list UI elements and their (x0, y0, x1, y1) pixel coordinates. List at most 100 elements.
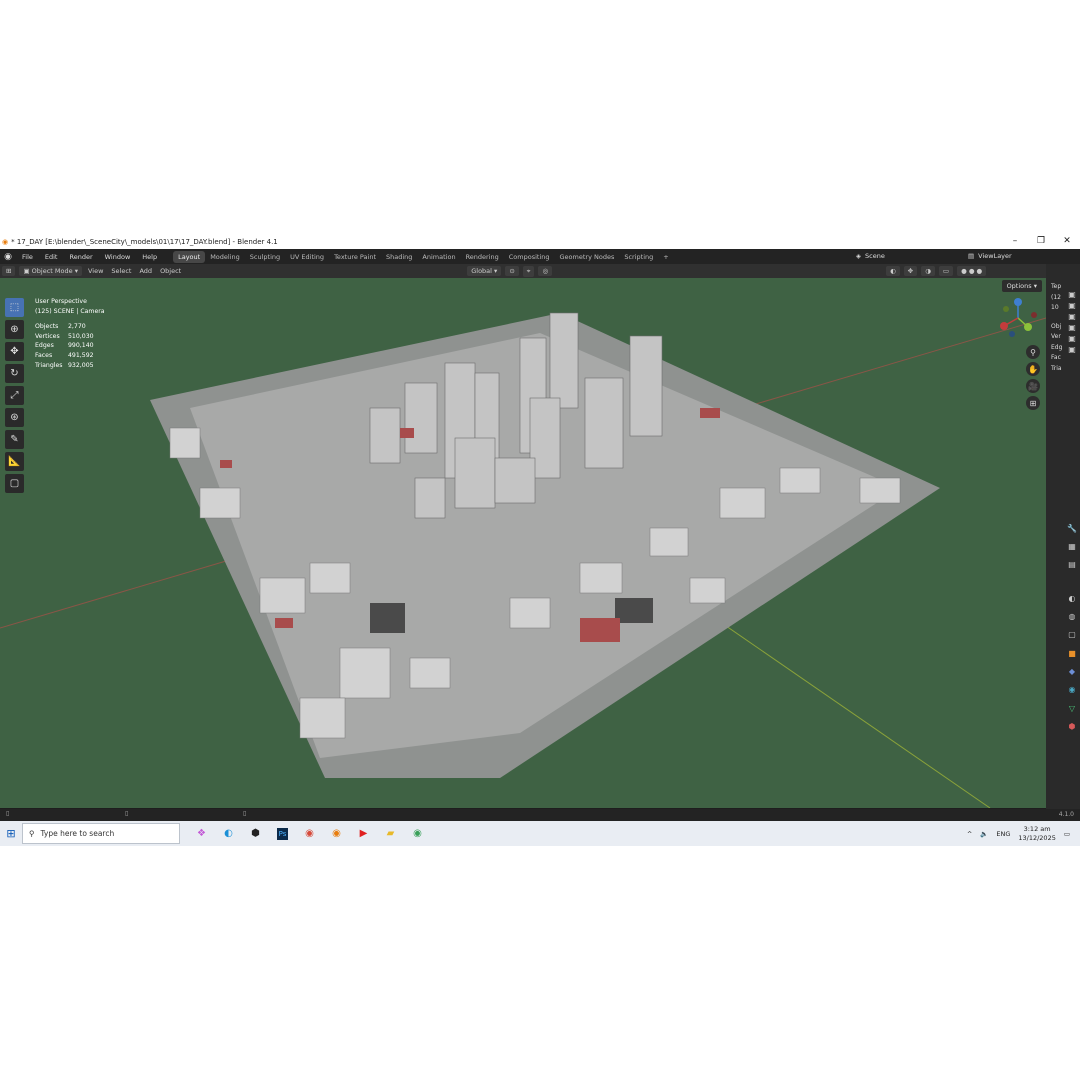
menu-window[interactable]: Window (99, 253, 137, 261)
add-workspace-button[interactable]: + (658, 251, 673, 263)
clock[interactable]: 3:12 am 13/12/2025 (1018, 825, 1055, 843)
menu-object[interactable]: Object (156, 267, 185, 275)
measure-icon[interactable]: 📐 (5, 452, 24, 471)
menu-view[interactable]: View (84, 267, 107, 275)
camera-icon[interactable]: ▣ (1067, 323, 1077, 333)
camera-icon[interactable]: ▣ (1067, 334, 1077, 344)
ortho-grid-icon[interactable]: ⊞ (1026, 396, 1040, 410)
select-box-icon[interactable]: ⬚ (5, 298, 24, 317)
tab-sculpting[interactable]: Sculpting (245, 251, 285, 263)
3d-viewport[interactable]: ⬚ ⊕ ✥ ↻ ⤢ ⊛ ✎ 📐 ▢ User Perspective (125)… (0, 278, 1046, 808)
pan-hand-icon[interactable]: ✋ (1026, 362, 1040, 376)
tool-props-icon[interactable]: 🔧 (1067, 524, 1077, 534)
object-mode-icon: ▣ (23, 267, 32, 275)
notification-icon[interactable]: ▭ (1064, 830, 1070, 838)
chrome-icon[interactable]: ◉ (296, 821, 323, 846)
mode-selector[interactable]: ▣ Object Mode ▾ (19, 266, 82, 276)
photoshop-icon[interactable]: Ps (269, 821, 296, 846)
material-props-icon[interactable]: ⬢ (1067, 722, 1077, 732)
tab-texture-paint[interactable]: Texture Paint (329, 251, 381, 263)
scene-camera-info: (125) SCENE | Camera (35, 307, 105, 315)
zoom-icon[interactable]: ⚲ (1026, 345, 1040, 359)
pivot-icon[interactable]: ⊙ (505, 266, 519, 276)
object-props-icon[interactable]: ■ (1067, 649, 1077, 659)
cursor-icon[interactable]: ⊕ (5, 320, 24, 339)
chrome-profile-icon[interactable]: ◉ (404, 821, 431, 846)
copilot-icon[interactable]: ❖ (188, 821, 215, 846)
add-cube-icon[interactable]: ▢ (5, 474, 24, 493)
unity-icon[interactable]: ⬢ (242, 821, 269, 846)
move-icon[interactable]: ✥ (5, 342, 24, 361)
stat-label: Triangles (35, 361, 63, 369)
taskbar-search[interactable]: ⚲ Type here to search (22, 823, 180, 844)
menu-render[interactable]: Render (63, 253, 98, 261)
scale-icon[interactable]: ⤢ (5, 386, 24, 405)
menu-add[interactable]: Add (135, 267, 156, 275)
mouse-right-icon: ▯ (243, 810, 247, 817)
viewport-stats: User Perspective (125) SCENE | Camera Ob… (35, 297, 105, 370)
xray-toggle-icon[interactable]: ▭ (938, 266, 954, 276)
file-explorer-icon[interactable]: ▰ (377, 821, 404, 846)
stat-label: Vertices (35, 332, 60, 340)
edge-icon[interactable]: ◐ (215, 821, 242, 846)
output-props-icon[interactable]: ▤ (1067, 560, 1077, 570)
tab-compositing[interactable]: Compositing (504, 251, 555, 263)
camera-icon[interactable]: ▣ (1067, 290, 1077, 300)
menu-select[interactable]: Select (107, 267, 135, 275)
window-titlebar: ◉ * 17_DAY [E:\blender\_SceneCity\_model… (0, 234, 1080, 249)
modifier-props-icon[interactable]: ◆ (1067, 667, 1077, 677)
render-props-icon[interactable]: ▦ (1067, 542, 1077, 552)
physics-props-icon[interactable]: ◉ (1067, 685, 1077, 695)
windows-start-icon[interactable]: ⊞ (0, 827, 22, 840)
outliner-properties-strip: Tep (12 10 Obj Ver Edg Fac Tria ▣ ▣ ▣ ▣ … (1046, 264, 1080, 809)
tab-animation[interactable]: Animation (417, 251, 460, 263)
camera-icon[interactable]: ▣ (1067, 312, 1077, 322)
navigation-gizmo[interactable] (998, 298, 1038, 338)
tab-rendering[interactable]: Rendering (461, 251, 504, 263)
viewport-header: ⊞ ▣ Object Mode ▾ View Select Add Object… (0, 264, 1046, 278)
editor-type-icon[interactable]: ⊞ (2, 266, 16, 276)
menu-file[interactable]: File (16, 253, 39, 261)
tab-scripting[interactable]: Scripting (619, 251, 658, 263)
camera-icon[interactable]: ▣ (1067, 345, 1077, 355)
tab-shading[interactable]: Shading (381, 251, 417, 263)
transform-icon[interactable]: ⊛ (5, 408, 24, 427)
stat-value: 491,592 (68, 351, 94, 359)
viewlayer-selector[interactable]: ▤ ViewLayer (968, 250, 1078, 262)
speaker-icon[interactable]: 🔈 (980, 830, 988, 838)
camera-view-icon[interactable]: 🎥 (1026, 379, 1040, 393)
tab-modeling[interactable]: Modeling (205, 251, 245, 263)
transform-orientation[interactable]: Global ▾ (467, 266, 502, 276)
tab-uv-editing[interactable]: UV Editing (285, 251, 329, 263)
world-props-icon[interactable]: ◍ (1067, 612, 1077, 622)
annotate-icon[interactable]: ✎ (5, 430, 24, 449)
youtube-icon[interactable]: ▶ (350, 821, 377, 846)
blender-taskbar-icon[interactable]: ◉ (323, 821, 350, 846)
blender-logo-icon[interactable]: ◉ (0, 252, 16, 262)
tab-layout[interactable]: Layout (173, 250, 206, 263)
menu-edit[interactable]: Edit (39, 253, 64, 261)
menu-help[interactable]: Help (136, 253, 163, 261)
proportional-edit-icon[interactable]: ◎ (538, 266, 553, 276)
tab-geometry-nodes[interactable]: Geometry Nodes (555, 251, 620, 263)
scene-name: Scene (865, 252, 885, 260)
maximize-button[interactable]: ❐ (1028, 234, 1054, 249)
collection-props-icon[interactable]: ▢ (1067, 630, 1077, 640)
view-name: User Perspective (35, 298, 87, 305)
camera-icon[interactable]: ▣ (1067, 301, 1077, 311)
rotate-icon[interactable]: ↻ (5, 364, 24, 383)
snap-icon[interactable]: ⌖ (522, 265, 535, 277)
close-button[interactable]: ✕ (1054, 234, 1080, 249)
city-scene (0, 312, 1046, 808)
data-props-icon[interactable]: ▽ (1067, 704, 1077, 714)
scene-props-icon[interactable]: ◐ (1067, 594, 1077, 604)
options-button[interactable]: Options ▾ (1001, 280, 1042, 292)
tray-chevron-icon[interactable]: ^ (967, 830, 972, 838)
overlay-toggle-icon[interactable]: ◑ (921, 266, 935, 276)
gizmo-toggle-icon[interactable]: ✥ (903, 266, 918, 276)
minimize-button[interactable]: – (1002, 234, 1028, 249)
visibility-icon[interactable]: ◐ (886, 266, 900, 276)
scene-selector[interactable]: ◈ Scene (856, 250, 966, 262)
language-indicator[interactable]: ENG (996, 830, 1010, 838)
shading-modes-icon[interactable]: ● ● ● (957, 266, 987, 276)
